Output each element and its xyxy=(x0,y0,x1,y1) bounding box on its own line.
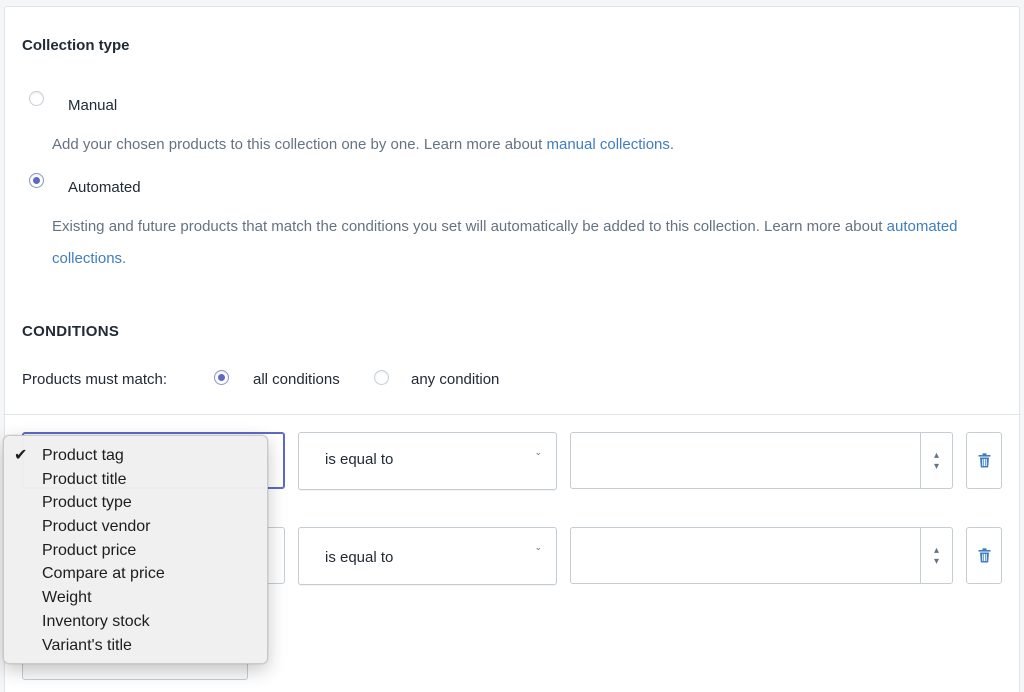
manual-help-text: Add your chosen products to this collect… xyxy=(52,129,674,161)
automated-help-text: Existing and future products that match … xyxy=(52,211,982,275)
dropdown-option[interactable]: Inventory stock xyxy=(4,610,267,634)
option-label: Inventory stock xyxy=(42,612,150,630)
conditions-divider xyxy=(4,414,1020,415)
manual-radio[interactable] xyxy=(29,91,44,106)
updown-chevron-icon[interactable]: ▴ ▾ xyxy=(920,528,952,583)
checkmark-icon: ✔ xyxy=(14,447,28,464)
condition-value-input-2[interactable]: ▴ ▾ xyxy=(570,527,953,584)
dropdown-option[interactable]: Variant's title xyxy=(4,634,267,658)
dropdown-option[interactable]: Product price xyxy=(4,539,267,563)
automated-radio[interactable] xyxy=(29,173,44,188)
option-label: Compare at price xyxy=(42,565,165,583)
dropdown-option[interactable]: Product type xyxy=(4,491,267,515)
conditions-heading: CONDITIONS xyxy=(22,323,120,340)
option-label: Product price xyxy=(42,541,137,559)
manual-help-body: Add your chosen products to this collect… xyxy=(52,136,547,153)
dropdown-option[interactable]: Weight xyxy=(4,586,267,610)
option-label: Variant's title xyxy=(42,636,132,654)
option-label: Product title xyxy=(42,470,127,488)
relation-value-1: is equal to xyxy=(325,451,394,468)
condition-relation-select-2[interactable]: is equal to ⌄ xyxy=(298,527,557,585)
match-label: Products must match: xyxy=(22,371,168,388)
trash-icon xyxy=(978,453,990,468)
dropdown-option[interactable]: Compare at price xyxy=(4,562,267,586)
option-label: Weight xyxy=(42,589,92,607)
option-label: Product vendor xyxy=(42,518,151,536)
dropdown-option[interactable]: ✔ Product tag xyxy=(4,444,267,468)
dropdown-option[interactable]: Product vendor xyxy=(4,515,267,539)
automated-help-body: Existing and future products that match … xyxy=(52,218,887,235)
any-condition-radio[interactable] xyxy=(374,370,389,385)
all-conditions-radio[interactable] xyxy=(214,370,229,385)
collection-type-heading: Collection type xyxy=(22,37,130,54)
delete-condition-button-1[interactable] xyxy=(966,432,1002,489)
property-dropdown-menu: ✔ Product tag Product title Product type … xyxy=(3,435,268,664)
all-conditions-label[interactable]: all conditions xyxy=(253,371,340,388)
option-label: Product type xyxy=(42,494,132,512)
updown-chevron-icon[interactable]: ▴ ▾ xyxy=(920,433,952,488)
delete-condition-button-2[interactable] xyxy=(966,527,1002,584)
relation-value-2: is equal to xyxy=(325,549,394,566)
option-label: Product tag xyxy=(42,447,124,464)
manual-help-end: . xyxy=(669,136,675,153)
dropdown-option[interactable]: Product title xyxy=(4,468,267,492)
manual-label[interactable]: Manual xyxy=(68,97,117,114)
automated-help-end: . xyxy=(122,250,127,267)
chevron-down-icon: ⌄ xyxy=(534,542,542,552)
any-condition-label[interactable]: any condition xyxy=(411,371,499,388)
manual-collections-link[interactable]: manual collections xyxy=(546,136,669,153)
trash-icon xyxy=(978,548,990,563)
automated-label[interactable]: Automated xyxy=(68,179,141,196)
condition-value-input-1[interactable]: ▴ ▾ xyxy=(570,432,953,489)
chevron-down-icon: ⌄ xyxy=(534,447,542,457)
condition-relation-select-1[interactable]: is equal to ⌄ xyxy=(298,432,557,490)
